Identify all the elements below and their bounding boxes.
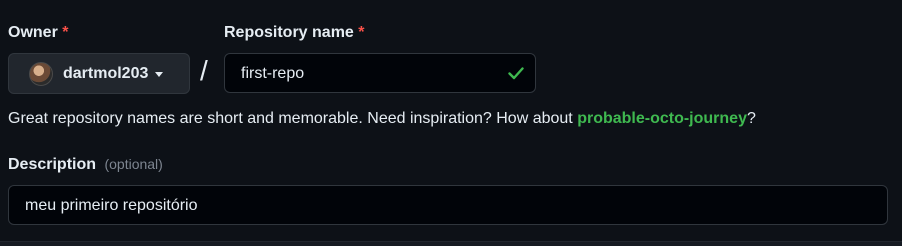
owner-required-marker: * [62, 24, 69, 41]
chevron-down-icon [155, 72, 164, 77]
owner-label-text: Owner [8, 24, 58, 41]
avatar [29, 61, 53, 86]
owner-repository-separator: / [200, 55, 208, 86]
description-field[interactable] [8, 185, 888, 225]
owner-select-button[interactable]: dartmol203 [8, 53, 190, 94]
hint-text-before: Great repository names are short and mem… [8, 110, 578, 127]
description-optional-label: (optional) [104, 156, 163, 172]
description-input[interactable] [25, 194, 865, 218]
description-label: Description (optional) [8, 156, 163, 174]
description-label-text: Description [8, 156, 97, 173]
repository-name-label: Repository name * [224, 24, 365, 42]
repository-name-field[interactable] [224, 53, 536, 93]
repository-name-suggestion-link[interactable]: probable-octo-journey [577, 110, 747, 127]
hint-text-after: ? [746, 110, 756, 127]
repository-name-label-text: Repository name [224, 24, 354, 41]
owner-label: Owner * [8, 24, 68, 42]
repository-name-required-marker: * [358, 24, 365, 41]
repository-form: Owner * Repository name * dartmol203 / G… [0, 0, 902, 246]
owner-selected-user: dartmol203 [63, 64, 149, 82]
check-icon [508, 67, 524, 80]
section-divider [0, 241, 902, 246]
repository-name-input[interactable] [241, 62, 491, 86]
repository-name-hint: Great repository names are short and mem… [8, 110, 756, 128]
